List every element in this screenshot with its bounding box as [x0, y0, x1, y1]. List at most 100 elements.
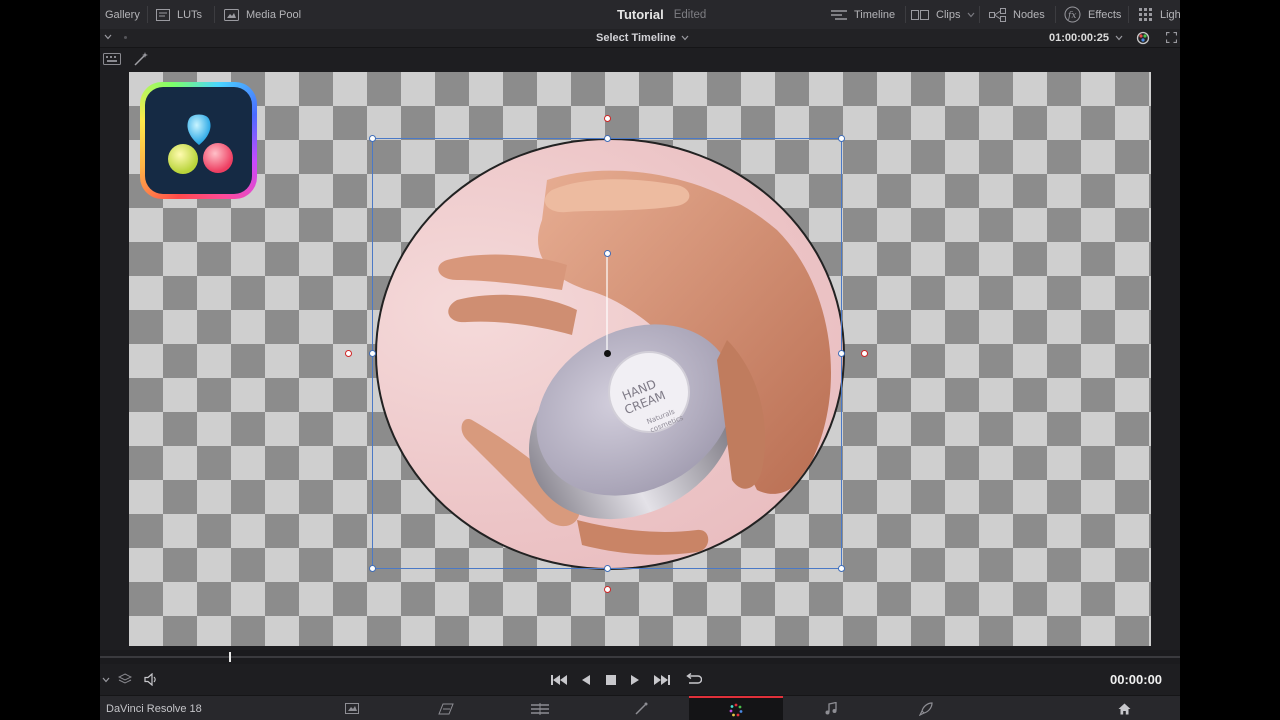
select-timeline-label: Select Timeline — [596, 32, 676, 44]
toolbar-divider — [979, 6, 980, 23]
effects-label: Effects — [1088, 8, 1122, 21]
corner-handle-top-left[interactable] — [369, 135, 376, 142]
softness-handle-bottom[interactable] — [604, 586, 611, 593]
chevron-down-icon — [967, 12, 975, 18]
loop-button[interactable] — [684, 664, 702, 695]
speaker-icon[interactable] — [144, 673, 159, 686]
page-edit-button[interactable] — [493, 696, 587, 720]
media-pool-icon — [224, 8, 239, 21]
toolbar-divider — [1128, 6, 1129, 23]
edge-handle-right[interactable] — [838, 350, 845, 357]
edit-page-icon — [531, 702, 549, 715]
project-title-area: Tutorial Edited — [617, 0, 706, 29]
nodes-icon — [989, 7, 1006, 22]
skip-back-icon — [551, 674, 567, 686]
nodes-button[interactable]: Nodes — [989, 0, 1045, 29]
rocket-icon — [919, 701, 933, 716]
page-media-button[interactable] — [305, 696, 399, 720]
play-icon — [631, 674, 640, 686]
center-point-handle[interactable] — [604, 350, 611, 357]
rotation-handle[interactable] — [604, 250, 611, 257]
page-cut-button[interactable] — [399, 696, 493, 720]
chevron-down-icon — [1115, 35, 1123, 41]
media-pool-button[interactable]: Media Pool — [224, 0, 301, 29]
corner-handle-bottom-left[interactable] — [369, 565, 376, 572]
clips-icon — [911, 9, 929, 21]
page-fusion-button[interactable] — [594, 696, 688, 720]
softness-handle-top[interactable] — [604, 115, 611, 122]
svg-text:fx: fx — [1067, 11, 1076, 21]
skip-forward-icon — [654, 674, 670, 686]
corner-handle-top-right[interactable] — [838, 135, 845, 142]
color-wheel-icon[interactable] — [1136, 31, 1150, 45]
home-icon — [1118, 703, 1131, 715]
project-edit-state: Edited — [673, 8, 707, 21]
status-dot — [124, 36, 127, 39]
scrubber-track — [100, 656, 1180, 658]
nodes-label: Nodes — [1013, 8, 1045, 21]
toolbar-divider — [214, 6, 215, 23]
media-pool-label: Media Pool — [246, 8, 302, 21]
toolbar-divider — [905, 6, 906, 23]
luts-icon — [156, 8, 170, 21]
chevron-down-icon[interactable] — [102, 677, 110, 683]
top-toolbar: Gallery LUTs Media Pool Tutorial Edited … — [100, 0, 1180, 30]
fx-icon: fx — [1064, 6, 1081, 23]
layers-icon[interactable] — [118, 673, 132, 685]
davinci-resolve-window: Gallery LUTs Media Pool Tutorial Edited … — [100, 0, 1180, 720]
go-to-end-button[interactable] — [654, 664, 670, 695]
play-reverse-button[interactable] — [581, 664, 590, 695]
fullscreen-icon[interactable] — [1166, 32, 1177, 43]
stop-icon — [606, 674, 616, 685]
clips-button[interactable]: Clips — [911, 0, 975, 29]
viewer-tool-row — [100, 48, 1180, 70]
page-fairlight-button[interactable] — [784, 696, 878, 720]
select-timeline-dropdown[interactable]: Select Timeline — [596, 29, 689, 47]
viewer-canvas[interactable]: HAND CREAM Naturals cosmetics — [129, 72, 1151, 646]
toolbar-divider — [1055, 6, 1056, 23]
edge-handle-top[interactable] — [604, 135, 611, 142]
page-color-button[interactable] — [689, 696, 783, 720]
media-page-icon — [345, 703, 359, 714]
play-button[interactable] — [631, 664, 640, 695]
left-letterbox — [0, 0, 100, 720]
effects-button[interactable]: fx Effects — [1064, 0, 1121, 29]
music-note-icon — [825, 702, 837, 715]
corner-handle-bottom-right[interactable] — [838, 565, 845, 572]
timeline-label: Timeline — [854, 8, 896, 21]
gallery-label: Gallery — [105, 8, 140, 21]
project-title: Tutorial — [617, 7, 664, 22]
stop-button[interactable] — [606, 664, 616, 695]
transport-timecode: 00:00:00 — [1110, 672, 1163, 687]
softness-handle-right[interactable] — [861, 350, 868, 357]
magic-wand-icon[interactable] — [133, 51, 149, 67]
clips-label: Clips — [936, 8, 961, 21]
lightbox-button[interactable]: Ligh — [1139, 0, 1180, 29]
edge-handle-left[interactable] — [369, 350, 376, 357]
page-deliver-button[interactable] — [879, 696, 973, 720]
page-navigation-bar: DaVinci Resolve 18 — [100, 695, 1180, 720]
lightbox-grid-icon — [1139, 7, 1153, 22]
chevron-down-icon[interactable] — [104, 34, 112, 40]
keyboard-icon[interactable] — [103, 53, 121, 65]
timeline-icon — [831, 9, 847, 21]
transport-bar: 00:00:00 — [100, 664, 1180, 695]
softness-handle-left[interactable] — [345, 350, 352, 357]
home-button[interactable] — [1102, 696, 1180, 720]
gallery-button[interactable]: Gallery — [105, 0, 140, 29]
color-page-icon — [729, 703, 743, 717]
edge-handle-bottom[interactable] — [604, 565, 611, 572]
cut-page-icon — [437, 703, 455, 715]
center-axis-line — [606, 254, 608, 354]
chevron-down-icon — [681, 35, 689, 41]
timecode-dropdown[interactable]: 01:00:00:25 — [1049, 29, 1123, 47]
timeline-button[interactable]: Timeline — [831, 0, 895, 29]
luts-button[interactable]: LUTs — [156, 0, 202, 29]
go-to-start-button[interactable] — [551, 664, 567, 695]
loop-icon — [684, 673, 702, 686]
lightbox-label: Ligh — [1160, 8, 1180, 21]
right-letterbox — [1180, 0, 1280, 720]
scrubber-playhead[interactable] — [229, 652, 231, 662]
viewer-timecode: 01:00:00:25 — [1049, 32, 1109, 44]
viewer-scrubber[interactable] — [100, 650, 1180, 664]
